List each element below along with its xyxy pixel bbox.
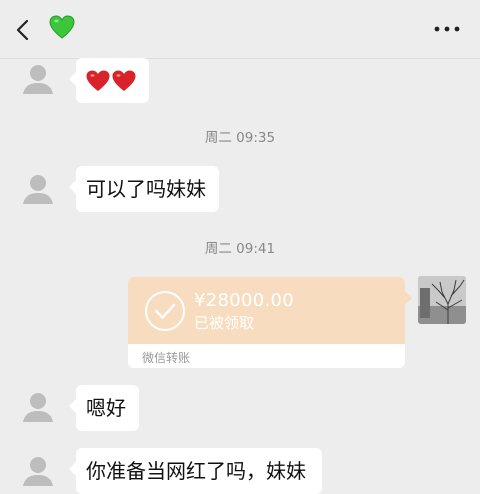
transfer-amount: ¥28000.00 <box>194 290 295 311</box>
transfer-label: 微信转账 <box>142 351 191 365</box>
message-text: 你准备当网红了吗，妹妹 <box>86 459 306 483</box>
avatar[interactable] <box>18 388 58 428</box>
transfer-status: 已被领取 <box>194 314 255 332</box>
message-bubble-emoji[interactable] <box>69 58 149 103</box>
red-heart-icon <box>86 70 110 91</box>
red-heart-icon <box>112 70 136 91</box>
check-circle-icon <box>145 291 185 331</box>
message-bubble[interactable]: 可以了吗妹妹 <box>69 166 219 212</box>
avatar[interactable] <box>18 60 58 100</box>
chevron-left-icon[interactable] <box>10 16 38 44</box>
message-bubble[interactable]: 嗯好 <box>69 385 139 431</box>
timestamp: 周二 09:35 <box>204 130 276 146</box>
avatar[interactable] <box>18 452 58 492</box>
tree-photo-icon <box>418 276 466 324</box>
green-heart-icon <box>49 15 75 39</box>
avatar[interactable] <box>18 170 58 210</box>
message-bubble[interactable]: 你准备当网红了吗，妹妹 <box>69 448 322 494</box>
message-text: 可以了吗妹妹 <box>86 177 206 201</box>
more-dots-icon[interactable] <box>434 26 460 32</box>
transfer-card[interactable]: ¥28000.00 已被领取 微信转账 <box>128 277 412 368</box>
message-text: 嗯好 <box>86 396 126 420</box>
timestamp: 周二 09:41 <box>204 241 276 257</box>
chat-header <box>0 0 480 59</box>
avatar-photo[interactable] <box>418 276 466 324</box>
